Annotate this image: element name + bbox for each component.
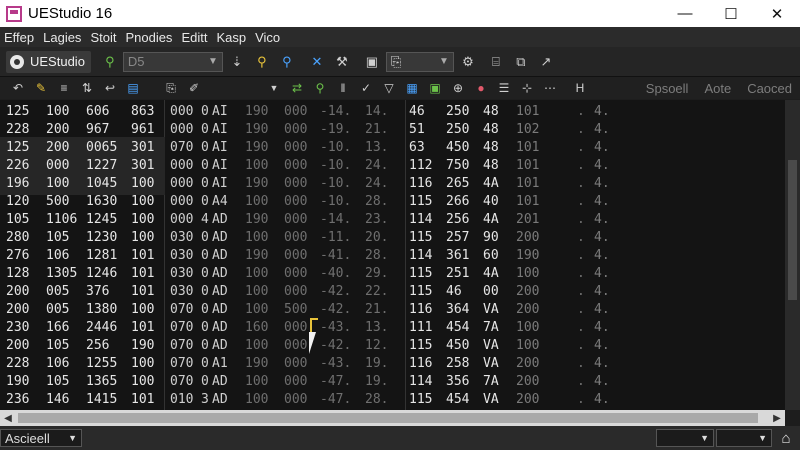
menu-item-3[interactable]: Stoit	[86, 30, 121, 45]
hex-icon[interactable]: H	[570, 78, 590, 98]
sort-icon[interactable]: ⇅	[77, 78, 97, 98]
encoding-value: Ascieell	[5, 430, 50, 446]
tools-icon[interactable]: ⚒	[331, 51, 353, 73]
scroll-left-icon[interactable]: ◀	[0, 410, 16, 426]
chevron-down-icon[interactable]: ▼	[758, 433, 767, 443]
toolbar-label-2[interactable]: Aote	[696, 81, 739, 96]
note-icon[interactable]: ✎	[31, 78, 51, 98]
brush-icon[interactable]: ✐	[184, 78, 204, 98]
uestudio-logo-icon	[10, 54, 24, 69]
horizontal-scrollbar[interactable]: ◀ ▶	[0, 410, 785, 426]
menu-item-5[interactable]: Editt	[177, 30, 212, 45]
wrap-icon[interactable]: ↩	[100, 78, 120, 98]
toolbar-label-1[interactable]: Spsoell	[638, 81, 697, 96]
title-bar: UEStudio 16 — ☐ ✕	[0, 0, 800, 27]
filter-icon[interactable]: ⇣	[226, 51, 248, 73]
chevron-down-icon[interactable]: ▼	[208, 56, 218, 67]
status-bar: Ascieell ▼ ▼ ▼ ⌂	[0, 426, 800, 450]
menu-item-1[interactable]: Effep	[0, 30, 39, 45]
status-select-2[interactable]: ▼	[716, 429, 772, 447]
home-icon[interactable]: ⌂	[772, 430, 800, 447]
format-combo[interactable]: ⎘ ▼	[385, 51, 454, 72]
main-toolbar: UEStudio ⚲ D5 ▼ ⇣ ⚲ ⚲ ✕ ⚒ ▣ ⎘ ▼ ⚙ ⌸ ⧉ ↗	[0, 47, 800, 77]
column-icon[interactable]: ‖	[333, 78, 353, 98]
secondary-toolbar: ↶ ✎ ≡ ⇅ ↩ ▤ ⎘ ✐ ▼ ⇄ ⚲ ‖ ✓ ▽ ▦ ▣ ⊕ ● ☰ ⊹ …	[0, 77, 800, 99]
close-button[interactable]: ✕	[754, 0, 800, 27]
text-editor-area[interactable]: 125 100 606 863 000 0 AI 190 000 -14. 14. 46 250 48 10…	[0, 100, 785, 410]
cancel-icon[interactable]: ✕	[306, 51, 328, 73]
chevron-down-icon[interactable]: ▼	[439, 56, 449, 67]
color-icon[interactable]: ●	[471, 78, 491, 98]
menu-bar: Effep Lagies Stoit Pnodies Editt Kasp Vi…	[0, 27, 800, 47]
save-icon[interactable]: ▤	[123, 78, 143, 98]
filter-down-icon[interactable]: ▽	[379, 78, 399, 98]
list-icon[interactable]: ☰	[494, 78, 514, 98]
copy-icon[interactable]: ▣	[361, 51, 383, 73]
chevron-down-icon[interactable]: ▼	[700, 433, 709, 443]
undo-icon[interactable]: ↶	[8, 78, 28, 98]
vertical-scrollbar[interactable]	[785, 100, 800, 410]
encoding-select[interactable]: Ascieell ▼	[0, 429, 82, 447]
window-title: UEStudio 16	[28, 5, 113, 22]
insert-icon[interactable]: ⊕	[448, 78, 468, 98]
macro-icon[interactable]: ▣	[425, 78, 445, 98]
dropdown-icon[interactable]: ▼	[264, 78, 284, 98]
uestudio-tab[interactable]: UEStudio	[6, 50, 91, 73]
app-icon	[6, 5, 22, 22]
menu-item-4[interactable]: Pnodies	[121, 30, 177, 45]
search-combo-value: D5	[127, 54, 145, 69]
maximize-button[interactable]: ☐	[708, 0, 754, 27]
column-add-icon[interactable]: ⊹	[517, 78, 537, 98]
menu-item-6[interactable]: Kasp	[212, 30, 251, 45]
search-icon[interactable]: ⚲	[251, 51, 273, 73]
pin-icon[interactable]: ↗	[535, 51, 557, 73]
uestudio-tab-label: UEStudio	[30, 54, 85, 69]
clipboard-icon[interactable]: ⎘	[161, 78, 181, 98]
more-icon[interactable]: ⋯	[540, 78, 560, 98]
vertical-scroll-thumb[interactable]	[788, 160, 797, 300]
align-icon[interactable]: ≡	[54, 78, 74, 98]
search-next-icon[interactable]: ⚲	[276, 51, 298, 73]
bookmark-icon[interactable]: ▦	[402, 78, 422, 98]
search-combo[interactable]: D5 ▼	[122, 51, 223, 72]
horizontal-scroll-thumb[interactable]	[18, 413, 758, 423]
settings-icon[interactable]: ⚙	[457, 51, 479, 73]
menu-item-7[interactable]: Vico	[251, 30, 285, 45]
preview-icon[interactable]: ⧉	[510, 51, 532, 73]
compare-icon[interactable]: ⇄	[287, 78, 307, 98]
find-icon[interactable]: ⚲	[99, 51, 121, 73]
scroll-right-icon[interactable]: ▶	[769, 410, 785, 426]
mark-icon[interactable]: ✓	[356, 78, 376, 98]
zoom-icon[interactable]: ⚲	[310, 78, 330, 98]
menu-item-2[interactable]: Lagies	[39, 30, 86, 45]
toolbar-label-3[interactable]: Caoced	[739, 81, 800, 96]
folder-open-icon[interactable]: ⌸	[485, 51, 507, 73]
chevron-down-icon[interactable]: ▼	[68, 433, 77, 443]
format-icon: ⎘	[390, 53, 402, 69]
minimize-button[interactable]: —	[662, 0, 708, 27]
status-select-1[interactable]: ▼	[656, 429, 714, 447]
